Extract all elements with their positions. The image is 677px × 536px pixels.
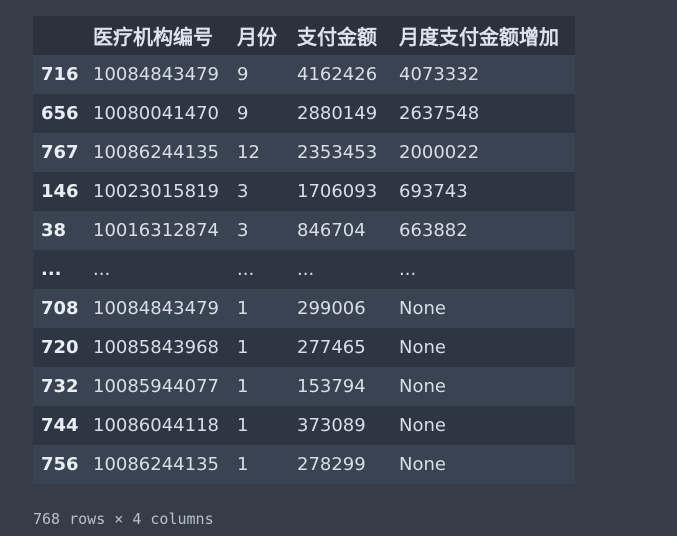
cell-payment: 278299: [297, 454, 366, 475]
header-row: 医疗机构编号 月份 支付金额 月度支付金额增加: [33, 16, 575, 55]
row-index: 38: [41, 220, 67, 241]
cell-monthly-increase: None: [399, 376, 446, 397]
table-row: 720 10085843968 1 277465 None: [33, 328, 575, 367]
dataframe-table: 医疗机构编号 月份 支付金额 月度支付金额增加 716 10084843479 …: [33, 16, 575, 484]
cell-monthly-increase: None: [399, 454, 446, 475]
cell-payment: 1706093: [297, 181, 378, 202]
row-index: 767: [41, 142, 79, 163]
cell-month: 1: [237, 415, 249, 436]
cell-payment: ...: [297, 259, 315, 280]
column-header-institution-id: 医疗机构编号: [93, 25, 213, 49]
cell-monthly-increase: ...: [399, 259, 417, 280]
cell-monthly-increase: 663882: [399, 220, 468, 241]
dataframe-output: 医疗机构编号 月份 支付金额 月度支付金额增加 716 10084843479 …: [33, 16, 575, 484]
row-index: ...: [41, 259, 62, 280]
cell-monthly-increase: None: [399, 415, 446, 436]
cell-month: 9: [237, 64, 249, 85]
table-row: 732 10085944077 1 153794 None: [33, 367, 575, 406]
cell-payment: 299006: [297, 298, 366, 319]
cell-monthly-increase: 4073332: [399, 64, 480, 85]
ellipsis-row: ... ... ... ... ...: [33, 250, 575, 289]
cell-month: 3: [237, 220, 249, 241]
cell-monthly-increase: 2000022: [399, 142, 480, 163]
cell-month: 1: [237, 376, 249, 397]
row-index: 708: [41, 298, 79, 319]
row-index: 716: [41, 64, 79, 85]
table-row: 716 10084843479 9 4162426 4073332: [33, 55, 575, 94]
cell-institution-id: 10084843479: [93, 64, 219, 85]
cell-institution-id: 10086044118: [93, 415, 219, 436]
cell-month: 3: [237, 181, 249, 202]
table-row: 708 10084843479 1 299006 None: [33, 289, 575, 328]
cell-institution-id: 10084843479: [93, 298, 219, 319]
table-row: 38 10016312874 3 846704 663882: [33, 211, 575, 250]
cell-monthly-increase: None: [399, 298, 446, 319]
cell-payment: 4162426: [297, 64, 378, 85]
index-header: [33, 16, 93, 55]
table-row: 146 10023015819 3 1706093 693743: [33, 172, 575, 211]
cell-payment: 373089: [297, 415, 366, 436]
table-row: 767 10086244135 12 2353453 2000022: [33, 133, 575, 172]
cell-payment: 2353453: [297, 142, 378, 163]
table-row: 756 10086244135 1 278299 None: [33, 445, 575, 484]
cell-month: 1: [237, 337, 249, 358]
dataframe-shape-summary: 768 rows × 4 columns: [33, 510, 214, 528]
cell-monthly-increase: 693743: [399, 181, 468, 202]
cell-month: 1: [237, 298, 249, 319]
cell-month: 9: [237, 103, 249, 124]
row-index: 732: [41, 376, 79, 397]
cell-payment: 846704: [297, 220, 366, 241]
cell-institution-id: 10086244135: [93, 454, 219, 475]
cell-payment: 277465: [297, 337, 366, 358]
column-header-month: 月份: [237, 25, 277, 49]
row-index: 756: [41, 454, 79, 475]
cell-payment: 2880149: [297, 103, 378, 124]
cell-institution-id: ...: [93, 259, 111, 280]
row-index: 656: [41, 103, 79, 124]
column-header-payment: 支付金额: [297, 25, 377, 49]
row-index: 146: [41, 181, 79, 202]
row-index: 720: [41, 337, 79, 358]
cell-institution-id: 10080041470: [93, 103, 219, 124]
cell-institution-id: 10085944077: [93, 376, 219, 397]
cell-institution-id: 10023015819: [93, 181, 219, 202]
cell-payment: 153794: [297, 376, 366, 397]
cell-monthly-increase: None: [399, 337, 446, 358]
cell-institution-id: 10085843968: [93, 337, 219, 358]
cell-institution-id: 10016312874: [93, 220, 219, 241]
cell-institution-id: 10086244135: [93, 142, 219, 163]
cell-monthly-increase: 2637548: [399, 103, 480, 124]
table-row: 656 10080041470 9 2880149 2637548: [33, 94, 575, 133]
cell-month: 12: [237, 142, 260, 163]
cell-month: 1: [237, 454, 249, 475]
row-index: 744: [41, 415, 79, 436]
cell-month: ...: [237, 259, 255, 280]
column-header-monthly-increase: 月度支付金额增加: [399, 25, 559, 49]
table-row: 744 10086044118 1 373089 None: [33, 406, 575, 445]
